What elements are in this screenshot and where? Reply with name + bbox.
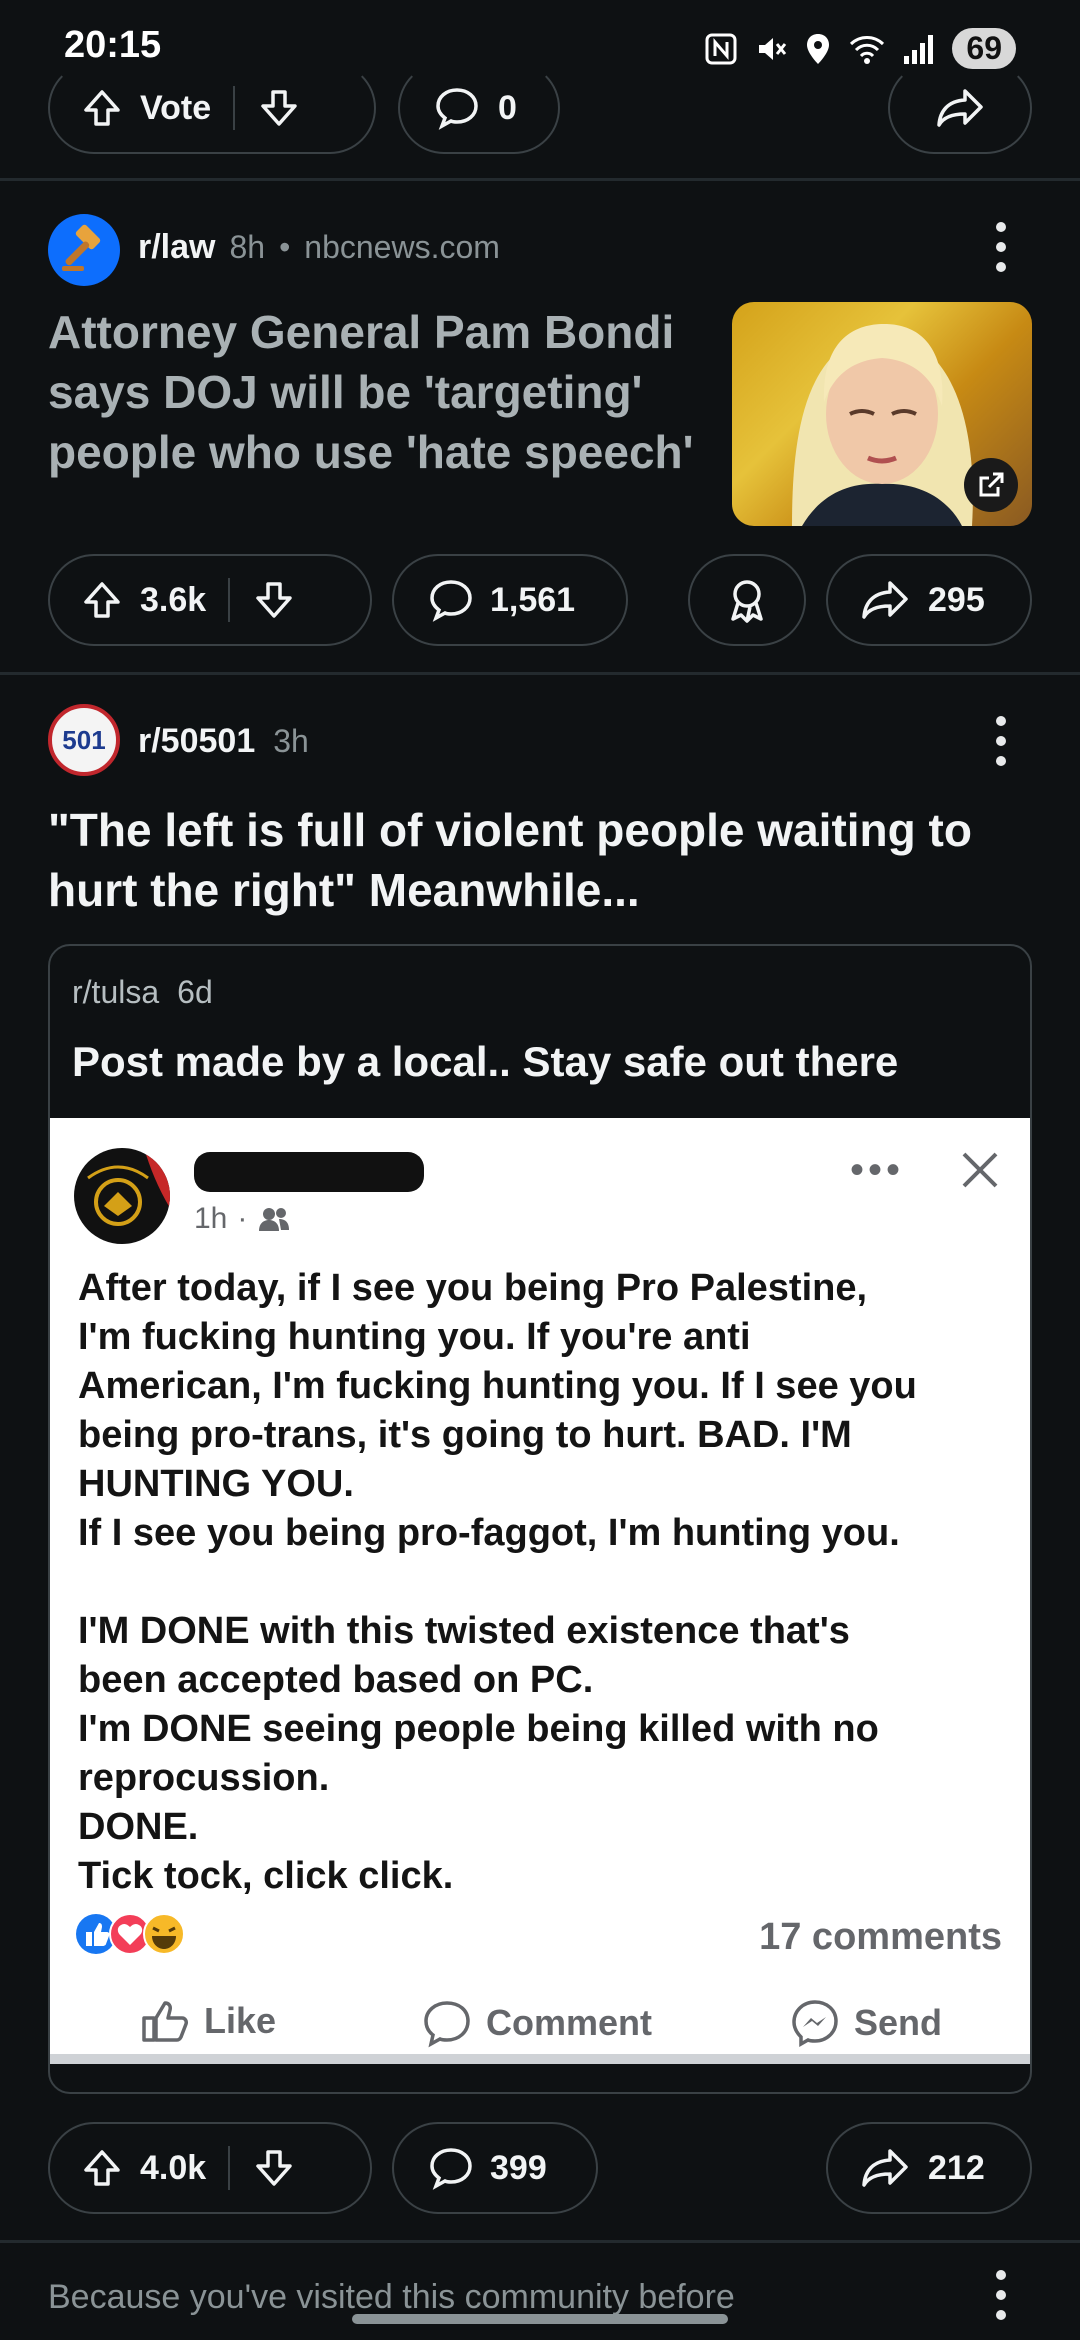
post-age: 3h bbox=[273, 723, 309, 759]
upvote-icon[interactable] bbox=[80, 86, 124, 130]
thumbs-up-icon bbox=[142, 2001, 188, 2042]
fb-profile-avatar bbox=[74, 1148, 170, 1244]
post-divider bbox=[0, 672, 1080, 675]
share-icon bbox=[937, 89, 983, 127]
dot-separator: · bbox=[237, 1202, 248, 1235]
fb-comment-count[interactable]: 17 comments bbox=[759, 1916, 1002, 1959]
friends-icon bbox=[259, 1208, 290, 1231]
post1-thumbnail[interactable] bbox=[732, 302, 1032, 526]
status-time: 20:15 bbox=[64, 24, 162, 66]
dot-separator: • bbox=[279, 229, 291, 265]
downvote-icon[interactable] bbox=[252, 578, 296, 622]
post2-share-button[interactable]: 212 bbox=[826, 2122, 1032, 2214]
fb-more-icon[interactable]: ••• bbox=[850, 1148, 904, 1193]
haha-reaction-icon bbox=[143, 1913, 185, 1955]
post1-title[interactable]: Attorney General Pam Bondi says DOJ will… bbox=[48, 302, 698, 482]
comment-count: 399 bbox=[490, 2148, 547, 2187]
upvote-count: 4.0k bbox=[140, 2148, 207, 2187]
mute-icon bbox=[759, 37, 787, 60]
fb-post-meta: 1h · bbox=[194, 1202, 291, 1236]
subreddit-avatar-law[interactable] bbox=[48, 214, 120, 286]
downvote-icon[interactable] bbox=[252, 2146, 296, 2190]
post-divider bbox=[0, 178, 1080, 181]
prev-vote-pill[interactable]: Vote bbox=[48, 62, 376, 154]
post1-overflow-menu[interactable] bbox=[996, 222, 1008, 272]
post-age: 8h bbox=[229, 229, 266, 265]
fb-post-time: 1h bbox=[194, 1202, 228, 1235]
post1-comment-button[interactable]: 1,561 bbox=[392, 554, 628, 646]
comment-bubble-icon bbox=[424, 2001, 470, 2048]
avatar-text: 501 bbox=[62, 724, 106, 755]
share-icon bbox=[862, 581, 908, 619]
location-icon bbox=[807, 33, 830, 64]
post1-award-button[interactable] bbox=[688, 554, 806, 646]
prev-comment-pill[interactable]: 0 bbox=[398, 62, 560, 154]
post2-vote-pill[interactable]: 4.0k bbox=[48, 2122, 372, 2214]
prev-share-button[interactable] bbox=[888, 62, 1032, 154]
fb-post-text: After today, if I see you being Pro Pale… bbox=[78, 1267, 917, 1897]
recommendation-overflow-menu[interactable] bbox=[996, 2270, 1008, 2320]
post2-overflow-menu[interactable] bbox=[996, 716, 1008, 766]
fb-comment-label: Comment bbox=[486, 2002, 653, 2043]
post2-comment-button[interactable]: 399 bbox=[392, 2122, 598, 2214]
fb-send-label: Send bbox=[854, 2002, 943, 2043]
wifi-icon bbox=[850, 35, 885, 64]
upvote-count: 3.6k bbox=[140, 580, 207, 619]
crosspost-age: 6d bbox=[177, 974, 213, 1010]
fb-like-button[interactable]: Like bbox=[140, 1998, 276, 2044]
upvote-icon[interactable] bbox=[80, 578, 124, 622]
crosspost-title[interactable]: Post made by a local.. Stay safe out the… bbox=[72, 1038, 898, 1086]
close-icon[interactable] bbox=[958, 1148, 1002, 1192]
comment-icon bbox=[430, 2148, 472, 2190]
comment-count: 0 bbox=[498, 88, 517, 127]
external-link-icon bbox=[979, 472, 1004, 497]
comment-icon bbox=[430, 580, 472, 622]
comment-icon bbox=[436, 88, 478, 130]
recommendation-text: Because you've visited this community be… bbox=[48, 2278, 735, 2316]
external-link-button[interactable] bbox=[964, 458, 1018, 512]
subreddit-avatar-50501[interactable]: 501 bbox=[48, 704, 120, 776]
post-divider bbox=[0, 2240, 1080, 2243]
upvote-icon[interactable] bbox=[80, 2146, 124, 2190]
vote-separator bbox=[228, 578, 231, 622]
post1-share-button[interactable]: 295 bbox=[826, 554, 1032, 646]
crosspost-image[interactable]: 1h · ••• After today, if I see you being… bbox=[50, 1118, 1030, 2064]
share-count: 212 bbox=[928, 2148, 985, 2187]
messenger-icon bbox=[792, 2000, 838, 2048]
nfc-icon bbox=[705, 33, 737, 64]
crosspost-subreddit[interactable]: r/tulsa bbox=[72, 974, 159, 1011]
post2-title[interactable]: "The left is full of violent people wait… bbox=[48, 800, 1038, 920]
post2-header: r/50501 3h bbox=[138, 722, 309, 761]
image-bottom-border bbox=[50, 2054, 1030, 2064]
subreddit-name[interactable]: r/50501 bbox=[138, 722, 255, 761]
share-count: 295 bbox=[928, 580, 985, 619]
award-icon bbox=[731, 580, 763, 623]
crosspost-card[interactable]: r/tulsa 6d Post made by a local.. Stay s… bbox=[48, 944, 1032, 2094]
signal-icon bbox=[904, 34, 934, 64]
share-icon bbox=[862, 2149, 908, 2187]
post-domain[interactable]: nbcnews.com bbox=[304, 229, 500, 266]
profile-emblem bbox=[87, 1148, 170, 1226]
subreddit-name[interactable]: r/law bbox=[138, 228, 215, 267]
vote-separator bbox=[233, 86, 236, 130]
gesture-bar[interactable] bbox=[352, 2314, 728, 2324]
post1-vote-pill[interactable]: 3.6k bbox=[48, 554, 372, 646]
fb-comment-button[interactable]: Comment bbox=[422, 1998, 652, 2048]
crosspost-header: r/tulsa 6d bbox=[72, 974, 213, 1011]
fb-reactions bbox=[74, 1912, 186, 1956]
redacted-name bbox=[194, 1152, 424, 1192]
comment-count: 1,561 bbox=[490, 580, 576, 619]
fb-like-label: Like bbox=[204, 2000, 277, 2041]
vote-label: Vote bbox=[140, 88, 212, 127]
fb-send-button[interactable]: Send bbox=[790, 1998, 942, 2048]
vote-separator bbox=[228, 2146, 231, 2190]
downvote-icon[interactable] bbox=[257, 86, 301, 130]
gavel-icon bbox=[62, 224, 101, 271]
post1-header: r/law 8h • nbcnews.com bbox=[138, 228, 500, 267]
